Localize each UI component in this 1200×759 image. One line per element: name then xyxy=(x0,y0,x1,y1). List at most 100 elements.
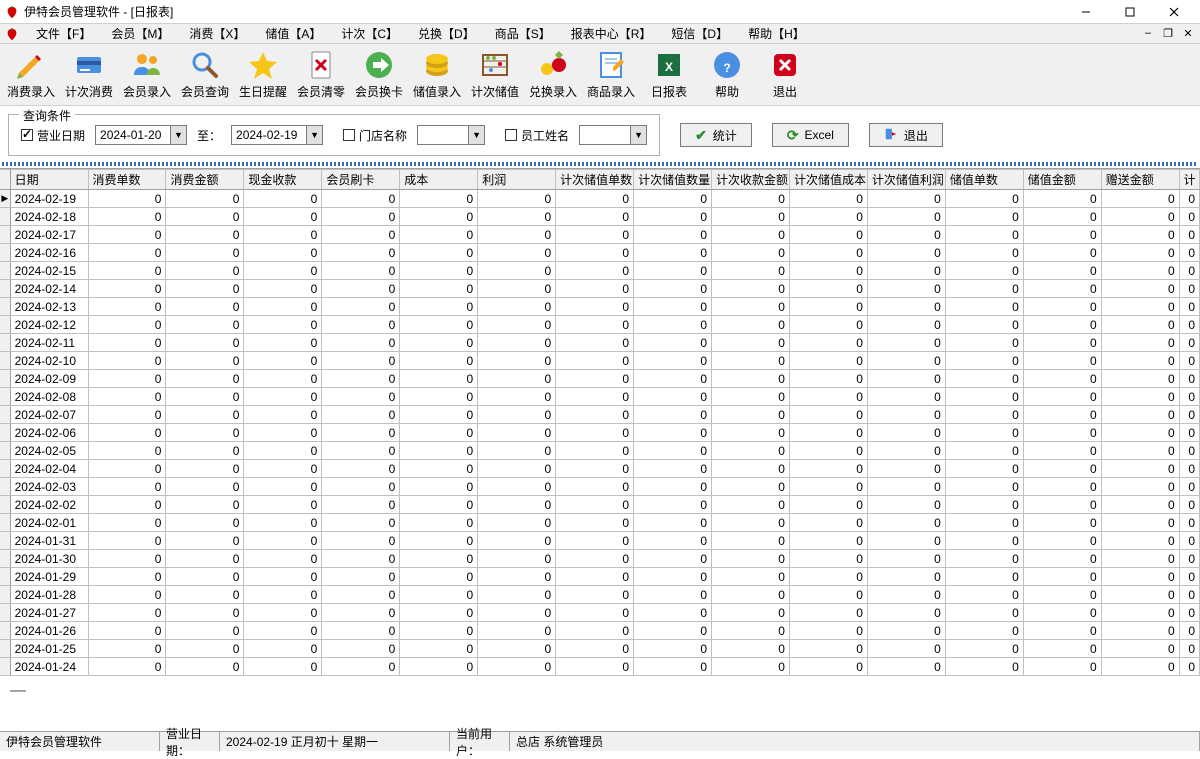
menu-goods[interactable]: 商品【S】 xyxy=(485,23,561,44)
column-header[interactable]: 计次储值利润 xyxy=(867,170,945,190)
store-name-combo[interactable]: ▼ xyxy=(417,125,485,145)
tool-member-query[interactable]: 会员查询 xyxy=(180,47,230,103)
column-header[interactable]: 消费金额 xyxy=(166,170,244,190)
staff-name-checkbox[interactable] xyxy=(505,129,517,141)
table-row[interactable]: 2024-02-12000000000000000 xyxy=(0,316,1200,334)
dropdown-icon[interactable]: ▼ xyxy=(468,126,484,144)
table-row[interactable]: 2024-02-16000000000000000 xyxy=(0,244,1200,262)
table-row[interactable]: 2024-02-03000000000000000 xyxy=(0,478,1200,496)
table-row[interactable]: 2024-01-27000000000000000 xyxy=(0,604,1200,622)
maximize-button[interactable] xyxy=(1108,1,1152,23)
table-row[interactable]: 2024-02-11000000000000000 xyxy=(0,334,1200,352)
date-from-input[interactable] xyxy=(96,126,170,144)
table-row[interactable]: 2024-01-29000000000000000 xyxy=(0,568,1200,586)
column-header[interactable]: 利润 xyxy=(478,170,556,190)
table-row[interactable]: 2024-02-19000000000000000 xyxy=(0,190,1200,208)
table-row[interactable]: 2024-02-10000000000000000 xyxy=(0,352,1200,370)
mdi-restore-button[interactable]: ❐ xyxy=(1160,26,1176,40)
column-header[interactable]: 会员刷卡 xyxy=(322,170,400,190)
table-row[interactable]: 2024-02-15000000000000000 xyxy=(0,262,1200,280)
menu-count[interactable]: 计次【C】 xyxy=(331,23,408,44)
tool-consume-entry[interactable]: 消费录入 xyxy=(6,47,56,103)
tool-goods-entry[interactable]: 商品录入 xyxy=(586,47,636,103)
tool-count-store[interactable]: 计次储值 xyxy=(470,47,520,103)
table-row[interactable]: 2024-02-17000000000000000 xyxy=(0,226,1200,244)
tool-member-clear[interactable]: 会员清零 xyxy=(296,47,346,103)
mdi-minimize-button[interactable]: ‒ xyxy=(1140,26,1156,40)
table-row[interactable]: 2024-02-01000000000000000 xyxy=(0,514,1200,532)
store-name-input[interactable] xyxy=(418,126,468,144)
column-header[interactable]: 计次储值数量 xyxy=(634,170,712,190)
menu-store[interactable]: 储值【A】 xyxy=(255,23,331,44)
tool-count-consume[interactable]: 计次消费 xyxy=(64,47,114,103)
column-header[interactable]: 消费单数 xyxy=(88,170,166,190)
table-row[interactable]: 2024-02-08000000000000000 xyxy=(0,388,1200,406)
table-row[interactable]: 2024-01-28000000000000000 xyxy=(0,586,1200,604)
table-row[interactable]: 2024-01-30000000000000000 xyxy=(0,550,1200,568)
biz-date-checkbox[interactable] xyxy=(21,129,33,141)
mdi-close-button[interactable]: ✕ xyxy=(1180,26,1196,40)
column-header[interactable]: 储值金额 xyxy=(1023,170,1101,190)
menu-exchange[interactable]: 兑换【D】 xyxy=(408,23,485,44)
column-header[interactable]: 日期 xyxy=(10,170,88,190)
tool-member-entry[interactable]: 会员录入 xyxy=(122,47,172,103)
table-row[interactable]: 2024-02-18000000000000000 xyxy=(0,208,1200,226)
table-row[interactable]: 2024-02-04000000000000000 xyxy=(0,460,1200,478)
table-row[interactable]: 2024-02-09000000000000000 xyxy=(0,370,1200,388)
tool-birthday[interactable]: 生日提醒 xyxy=(238,47,288,103)
tool-daily-report[interactable]: X 日报表 xyxy=(644,47,694,103)
table-row[interactable]: 2024-01-31000000000000000 xyxy=(0,532,1200,550)
date-to-combo[interactable]: ▼ xyxy=(231,125,323,145)
column-header[interactable]: 储值单数 xyxy=(945,170,1023,190)
date-to-input[interactable] xyxy=(232,126,306,144)
cell-value: 0 xyxy=(1179,280,1199,298)
dropdown-icon[interactable]: ▼ xyxy=(170,126,186,144)
menu-member[interactable]: 会员【M】 xyxy=(101,23,179,44)
cell-value: 0 xyxy=(166,370,244,388)
tool-store-entry[interactable]: 储值录入 xyxy=(412,47,462,103)
close-button[interactable] xyxy=(1152,1,1196,23)
column-header[interactable]: 计次储值成本 xyxy=(789,170,867,190)
dropdown-icon[interactable]: ▼ xyxy=(630,126,646,144)
tool-help[interactable]: ? 帮助 xyxy=(702,47,752,103)
menu-consume[interactable]: 消费【X】 xyxy=(179,23,255,44)
menu-file[interactable]: 文件【F】 xyxy=(26,23,101,44)
table-row[interactable]: 2024-02-05000000000000000 xyxy=(0,442,1200,460)
column-header[interactable]: 赠送金额 xyxy=(1101,170,1179,190)
cell-value: 0 xyxy=(945,514,1023,532)
tool-exchange-entry[interactable]: 兑换录入 xyxy=(528,47,578,103)
table-row[interactable]: 2024-02-07000000000000000 xyxy=(0,406,1200,424)
stat-button[interactable]: ✔ 统计 xyxy=(680,123,752,147)
menu-help[interactable]: 帮助【H】 xyxy=(738,23,815,44)
table-row[interactable]: 2024-02-06000000000000000 xyxy=(0,424,1200,442)
column-header[interactable]: 现金收款 xyxy=(244,170,322,190)
staff-name-checkbox-label[interactable]: 员工姓名 xyxy=(505,127,569,144)
tool-member-swap[interactable]: 会员换卡 xyxy=(354,47,404,103)
cell-value: 0 xyxy=(400,406,478,424)
staff-name-input[interactable] xyxy=(580,126,630,144)
tool-exit[interactable]: 退出 xyxy=(760,47,810,103)
staff-name-combo[interactable]: ▼ xyxy=(579,125,647,145)
column-header[interactable]: 计次收款金额 xyxy=(712,170,790,190)
table-row[interactable]: 2024-02-13000000000000000 xyxy=(0,298,1200,316)
exit-button[interactable]: 退出 xyxy=(869,123,943,147)
cell-value: 0 xyxy=(712,226,790,244)
biz-date-checkbox-label[interactable]: 营业日期 xyxy=(21,127,85,144)
excel-button[interactable]: ⟳ Excel xyxy=(772,123,849,147)
table-row[interactable]: 2024-01-25000000000000000 xyxy=(0,640,1200,658)
table-row[interactable]: 2024-01-24000000000000000 xyxy=(0,658,1200,676)
menu-sms[interactable]: 短信【D】 xyxy=(661,23,738,44)
column-header[interactable]: 计次储值单数 xyxy=(556,170,634,190)
store-name-checkbox-label[interactable]: 门店名称 xyxy=(343,127,407,144)
column-header[interactable]: 计 xyxy=(1179,170,1199,190)
menu-report[interactable]: 报表中心【R】 xyxy=(561,23,662,44)
table-row[interactable]: 2024-01-26000000000000000 xyxy=(0,622,1200,640)
table-row[interactable]: 2024-02-02000000000000000 xyxy=(0,496,1200,514)
data-grid[interactable]: 日期消费单数消费金额现金收款会员刷卡成本利润计次储值单数计次储值数量计次收款金额… xyxy=(0,168,1200,678)
dropdown-icon[interactable]: ▼ xyxy=(306,126,322,144)
column-header[interactable]: 成本 xyxy=(400,170,478,190)
date-from-combo[interactable]: ▼ xyxy=(95,125,187,145)
table-row[interactable]: 2024-02-14000000000000000 xyxy=(0,280,1200,298)
store-name-checkbox[interactable] xyxy=(343,129,355,141)
minimize-button[interactable] xyxy=(1064,1,1108,23)
